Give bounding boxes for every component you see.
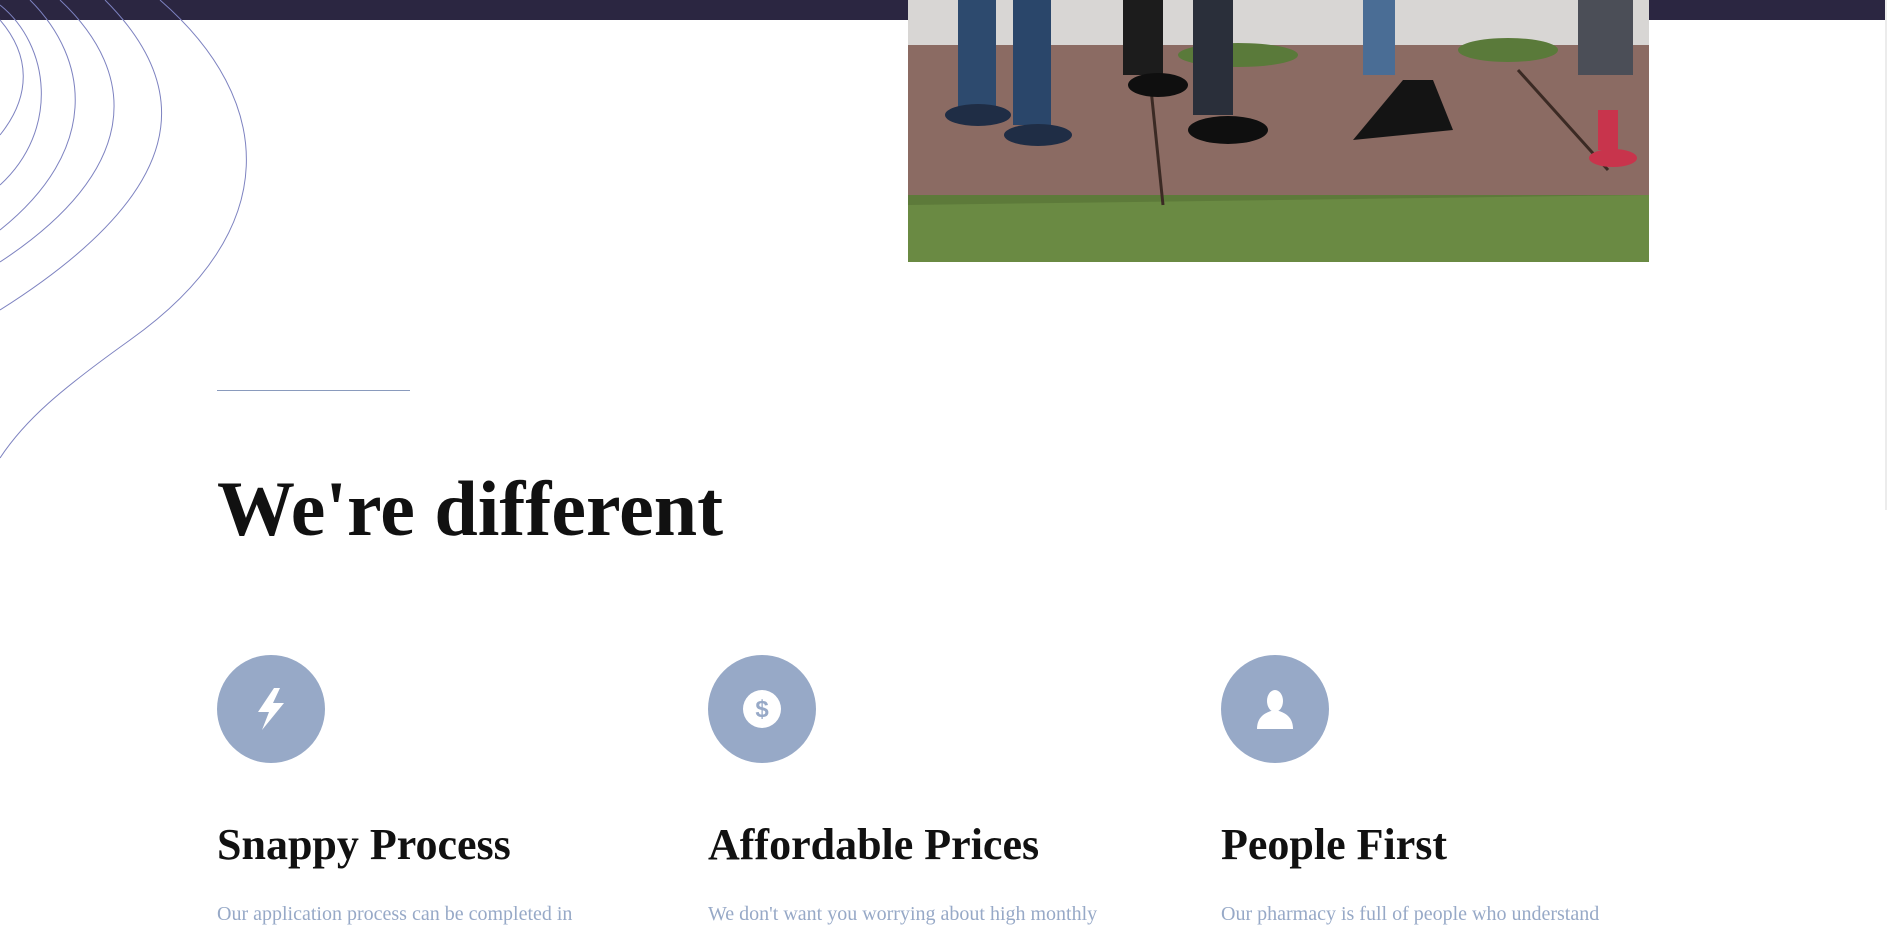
feature-people-first: People First Our pharmacy is full of peo… <box>1221 655 1661 925</box>
section-accent-line <box>217 390 410 391</box>
feature-title: Snappy Process <box>217 820 511 869</box>
section-title: We're different <box>217 465 724 552</box>
lightning-bolt-icon <box>258 688 284 730</box>
feature-text: Our pharmacy is full of people who under… <box>1221 903 1600 925</box>
feature-icon-circle: $ <box>708 655 816 763</box>
dollar-coin-icon: $ <box>743 690 781 728</box>
feature-icon-circle <box>217 655 325 763</box>
feature-icon-circle <box>1221 655 1329 763</box>
person-icon <box>1257 690 1293 729</box>
hero-photo <box>908 0 1649 262</box>
feature-snappy-process: Snappy Process Our application process c… <box>217 655 657 925</box>
decorative-wave-lines <box>0 0 247 459</box>
feature-text: We don't want you worrying about high mo… <box>708 903 1098 925</box>
people-walking-photo <box>908 0 1649 262</box>
feature-affordable-prices: $ Affordable Prices We don't want you wo… <box>708 655 1148 925</box>
feature-text: Our application process can be completed… <box>217 903 573 925</box>
svg-text:$: $ <box>755 696 769 723</box>
feature-title: Affordable Prices <box>708 820 1040 869</box>
feature-title: People First <box>1221 820 1448 869</box>
